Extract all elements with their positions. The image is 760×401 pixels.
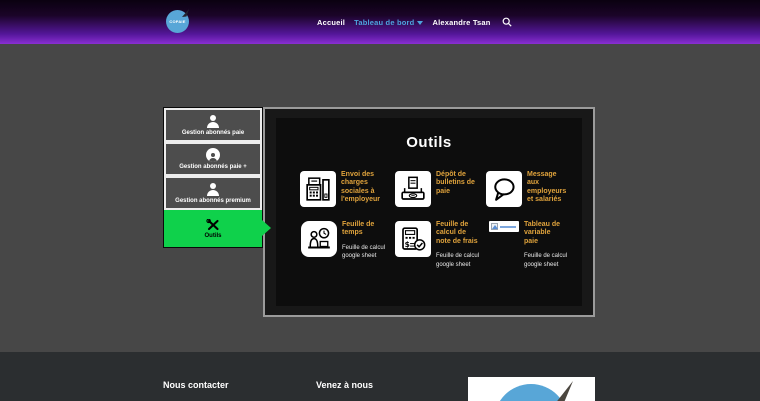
nav-user[interactable]: Alexandre Tsan [432, 18, 490, 27]
tool-text: Dépôt de bulletins de paie [436, 171, 482, 207]
user-circle-icon [206, 148, 220, 162]
footer: Nous contacter Venez à nous [0, 352, 760, 401]
tool-title: Feuille de temps [342, 221, 375, 237]
panel-title: Outils [406, 134, 452, 151]
tool-title: Envoi des charges sociales à l'employeur [341, 171, 381, 204]
logo-arrow-icon [182, 9, 189, 17]
tool-envoi-charges[interactable]: Envoi des charges sociales à l'employeur [300, 171, 387, 207]
tool-text: Envoi des charges sociales à l'employeur [341, 171, 387, 207]
tool-message-employeurs[interactable]: Message aux employeurs et salariés [486, 171, 573, 207]
tool-title: Tableau de variable paie [524, 221, 561, 245]
nav-accueil[interactable]: Accueil [317, 18, 345, 27]
tool-title: Message aux employeurs et salariés [527, 171, 567, 204]
tool-subtitle: Feuille de calcul google sheet [436, 253, 480, 268]
tab-label: Gestion abonnés paie + [179, 164, 247, 170]
user-icon [207, 182, 219, 196]
chevron-down-icon [417, 21, 424, 25]
active-tab-arrow [262, 220, 271, 236]
search-button[interactable] [502, 17, 512, 27]
tools-panel: Outils Envoi des charges sociales à l'em… [263, 107, 595, 317]
brand-logo-text: COPAIE [169, 19, 186, 24]
tab-label: Gestion abonnés premium [175, 197, 251, 204]
tool-feuille-temps[interactable]: Feuille de temps Feuille de calcul googl… [301, 221, 388, 261]
footer-contact-heading: Nous contacter [163, 380, 229, 390]
tool-tableau-variable-paie[interactable]: Tableau de variable paie Feuille de calc… [489, 221, 570, 270]
user-icon [207, 114, 219, 128]
tools-widget: Gestion abonnés paie Gestion abonnés pai… [163, 107, 595, 317]
tab-label: Gestion abonnés paie [181, 129, 245, 136]
tab-outils[interactable]: Outils [164, 210, 262, 247]
tool-text: Tableau de variable paie Feuille de calc… [524, 221, 570, 270]
nav-tableau-de-bord-label: Tableau de bord [354, 17, 415, 27]
tab-gestion-abonnes-paie-plus[interactable]: Gestion abonnés paie + [164, 142, 262, 176]
tool-subtitle: Feuille de calcul google sheet [342, 244, 386, 260]
vertical-tab-list: Gestion abonnés paie Gestion abonnés pai… [163, 107, 263, 248]
top-navbar: COPAIE Accueil Tableau de bord Alexandre… [0, 0, 760, 44]
footer-logo-arrow-icon [557, 381, 573, 401]
tool-title: Dépôt de bulletins de paie [436, 171, 475, 195]
svg-text:$: $ [405, 240, 410, 249]
tool-depot-bulletins[interactable]: Dépôt de bulletins de paie [395, 171, 482, 207]
fax-machine-icon [300, 171, 336, 207]
speech-bubble-icon [486, 171, 522, 207]
crossed-tools-icon [206, 218, 219, 230]
tool-subtitle: Feuille de calcul google sheet [524, 253, 568, 268]
tool-title: Feuille de calcul de note de frais [436, 221, 478, 245]
tool-text: Message aux employeurs et salariés [527, 171, 573, 207]
tab-label: Outils [204, 232, 222, 239]
document-deposit-icon [395, 171, 431, 207]
brand-logo[interactable]: COPAIE [166, 9, 189, 33]
page: COPAIE Accueil Tableau de bord Alexandre… [0, 0, 760, 401]
tool-text: Feuille de temps Feuille de calcul googl… [342, 221, 388, 261]
tools-card: Outils Envoi des charges sociales à l'em… [276, 118, 582, 306]
broken-image-placeholder [489, 221, 519, 232]
footer-visit-heading: Venez à nous [316, 380, 374, 390]
tool-text: Feuille de calcul de note de frais Feuil… [436, 221, 482, 270]
search-icon [502, 17, 512, 27]
footer-logo-card [468, 377, 595, 401]
tab-gestion-abonnes-premium[interactable]: Gestion abonnés premium [164, 176, 262, 210]
main-nav: Accueil Tableau de bord Alexandre Tsan [317, 0, 512, 44]
tab-gestion-abonnes-paie[interactable]: Gestion abonnés paie [164, 108, 262, 142]
nav-tableau-de-bord[interactable]: Tableau de bord [354, 17, 424, 27]
timesheet-desk-icon [301, 221, 337, 257]
tool-note-de-frais[interactable]: $ Feuille de calcul de note de frais Feu… [395, 221, 482, 270]
expense-calculator-icon: $ [395, 221, 431, 257]
